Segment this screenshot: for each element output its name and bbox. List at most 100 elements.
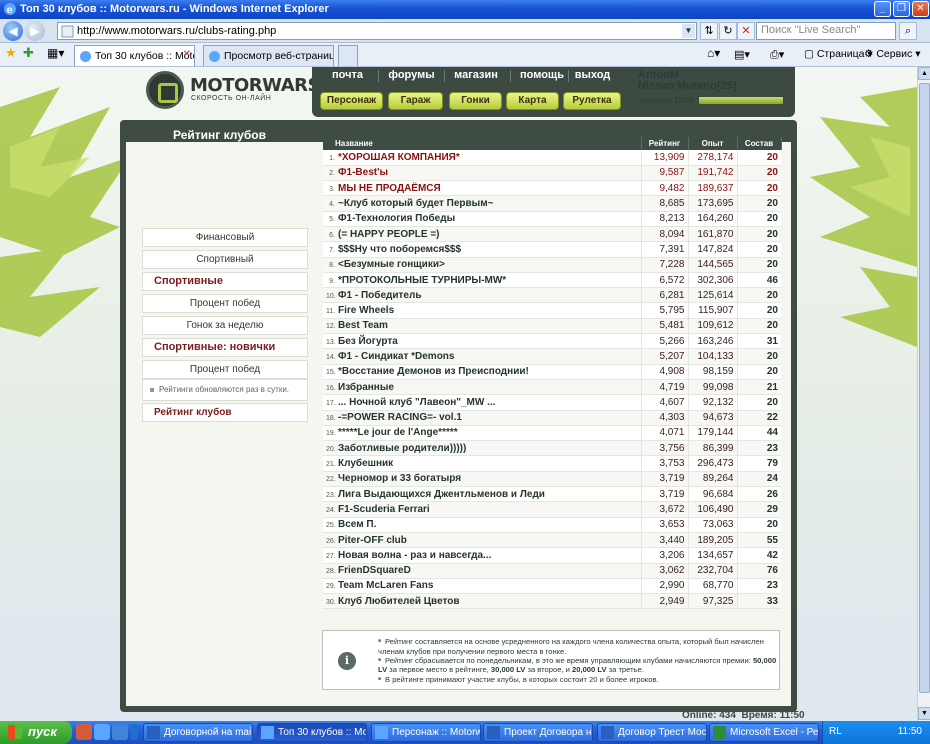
quicklaunch-more-icon[interactable] xyxy=(130,724,138,740)
tools-menu[interactable]: ⚙ Сервис ▾ xyxy=(864,48,921,60)
feeds-icon[interactable]: ▤▾ xyxy=(734,48,750,61)
experience-cell: 106,490 xyxy=(687,501,737,518)
btn-character[interactable]: Персонаж xyxy=(320,92,383,110)
club-name-link[interactable]: Черномор и 33 богатыря xyxy=(338,473,461,484)
taskbar-window-button[interactable]: Проект Договора на... xyxy=(483,723,593,742)
table-row: 6. (= HAPPY PEOPLE =) 8,094 161,870 20 xyxy=(323,226,781,243)
prize-second: 30,000 LV xyxy=(490,665,526,675)
club-name-link[interactable]: F1-Scuderia Ferrari xyxy=(338,504,430,515)
club-name-link[interactable]: *Восстание Демонов из Преисподнии! xyxy=(338,366,529,377)
club-name-link[interactable]: <Безумные гонщики> xyxy=(338,259,445,270)
nav-logout[interactable]: выход xyxy=(570,69,615,83)
club-name-link[interactable]: *ХОРОШАЯ КОМПАНИЯ* xyxy=(338,152,460,163)
taskbar-window-button[interactable]: Договор Трест Мос... xyxy=(597,723,707,742)
club-name-link[interactable]: Всем П. xyxy=(338,519,376,530)
address-dropdown-icon[interactable]: ▼ xyxy=(682,24,695,38)
compat-icon[interactable]: ⇅ xyxy=(700,22,718,40)
taskbar-window-button[interactable]: Microsoft Excel - Рее... xyxy=(709,723,819,742)
club-name-link[interactable]: Ф1-Технология Победы xyxy=(338,213,455,224)
club-name-link[interactable]: Без Йогурта xyxy=(338,336,398,347)
club-name-link[interactable]: ~Клуб который будет Первым~ xyxy=(338,198,493,209)
btn-roulette[interactable]: Рулетка xyxy=(563,92,621,110)
nav-divider xyxy=(378,70,379,82)
club-name-link[interactable]: *ПРОТОКОЛЬНЫЕ ТУРНИРЫ-MW* xyxy=(338,275,506,286)
scroll-up-icon[interactable]: ▲ xyxy=(918,67,930,80)
club-name-link[interactable]: Клуб Любителей Цветов xyxy=(338,596,460,607)
club-name-link[interactable]: Fire Wheels xyxy=(338,305,394,316)
maximize-button[interactable]: ❐ xyxy=(893,1,910,17)
info-line: В рейтинге принимают участие клубы, в ко… xyxy=(378,675,778,685)
start-button[interactable]: пуск xyxy=(0,721,72,744)
taskbar-window-button[interactable]: Договорной на mai... xyxy=(143,723,253,742)
add-favorite-icon[interactable]: ✚ xyxy=(23,45,34,61)
tab-motorwars[interactable]: Топ 30 клубов :: Motorw... ✕ xyxy=(74,45,195,66)
club-name-link[interactable]: Ф1 - Синдикат *Demons xyxy=(338,351,454,362)
address-input[interactable]: http://www.motorwars.ru/clubs-rating.php… xyxy=(57,22,697,40)
left-menu-item[interactable]: Рейтинг клубов xyxy=(142,403,308,422)
info-icon: i xyxy=(338,652,356,670)
scroll-thumb[interactable] xyxy=(919,83,930,693)
table-row: 12. Best Team 5,481 109,612 20 xyxy=(323,318,781,335)
user-car[interactable]: Nissan Murano[25] xyxy=(638,80,736,92)
btn-map[interactable]: Карта xyxy=(506,92,559,110)
scroll-down-icon[interactable]: ▼ xyxy=(918,707,930,720)
club-name-link[interactable]: Piter-OFF club xyxy=(338,535,407,546)
club-name-link[interactable]: -=POWER RACING=- vol.1 xyxy=(338,412,462,423)
club-name-link[interactable]: (= HAPPY PEOPLE =) xyxy=(338,229,440,240)
club-name-link[interactable]: Ф1-Best'ы xyxy=(338,167,388,178)
left-menu-item[interactable]: Спортивный xyxy=(142,250,308,269)
window-title-bar[interactable]: e Топ 30 клубов :: Motorwars.ru - Window… xyxy=(0,0,930,19)
club-name-link[interactable]: $$$Ну что поборемся$$$ xyxy=(338,244,461,255)
left-menu-item[interactable]: Гонок за неделю xyxy=(142,316,308,335)
page-menu[interactable]: ▢ Страница ▾ xyxy=(804,48,873,60)
stop-icon[interactable]: ✕ xyxy=(737,22,755,40)
club-name-link[interactable]: Лига Выдающихся Джентльменов и Леди xyxy=(338,489,545,500)
nav-forums[interactable]: форумы xyxy=(384,69,439,83)
nav-shop[interactable]: магазин xyxy=(447,69,505,83)
print-icon[interactable]: ⎙▾ xyxy=(770,48,784,62)
btn-races[interactable]: Гонки xyxy=(449,92,502,110)
tab-browsing-help[interactable]: Просмотр веб-страниц с ис... xyxy=(203,45,334,66)
close-window-button[interactable]: ✕ xyxy=(912,1,929,17)
taskbar-window-button[interactable]: Персонаж :: Motorw... xyxy=(371,723,481,742)
club-name-link[interactable]: FrienDSquareD xyxy=(338,565,411,576)
club-name-link[interactable]: Заботливые родители))))) xyxy=(338,443,466,454)
left-menu-item[interactable]: Процент побед xyxy=(142,360,308,379)
favorites-star-icon[interactable]: ★ xyxy=(5,45,17,61)
quicklaunch-ie-icon[interactable] xyxy=(94,724,110,740)
new-tab-button[interactable] xyxy=(338,45,358,66)
club-name-link[interactable]: *****Le jour de l'Ange***** xyxy=(338,427,458,438)
club-name-link[interactable]: Best Team xyxy=(338,320,388,331)
minimize-button[interactable]: _ xyxy=(874,1,891,17)
left-menu-item[interactable]: Финансовый xyxy=(142,228,308,247)
nav-mail[interactable]: почта xyxy=(325,69,370,83)
rank-number: 30. xyxy=(326,598,336,606)
taskbar-window-button[interactable]: Топ 30 клубов :: Мо... xyxy=(257,723,367,742)
nav-help[interactable]: помощь xyxy=(512,69,572,83)
vertical-scrollbar[interactable]: ▲ ▼ xyxy=(917,67,930,721)
search-icon[interactable]: ⌕ xyxy=(899,22,917,40)
forward-button[interactable]: ▶ xyxy=(25,21,45,41)
members-cell: 33 xyxy=(736,593,781,610)
members-cell: 46 xyxy=(736,272,781,289)
language-indicator[interactable]: RL xyxy=(829,726,842,737)
refresh-icon[interactable]: ↻ xyxy=(719,22,737,40)
club-name-link[interactable]: Клубешник xyxy=(338,458,393,469)
left-menu-item[interactable]: Процент побед xyxy=(142,294,308,313)
club-name-link[interactable]: Избранные xyxy=(338,382,394,393)
club-name-link[interactable]: МЫ НЕ ПРОДАЁМСЯ xyxy=(338,183,441,194)
quicklaunch-opera-icon[interactable] xyxy=(76,724,92,740)
club-name-link[interactable]: Ф1 - Победитель xyxy=(338,290,421,301)
quick-tabs-icon[interactable]: ▦▾ xyxy=(47,46,64,60)
btn-garage[interactable]: Гараж xyxy=(388,92,443,110)
site-logo[interactable]: MOTORWARS.RU СКОРОСТЬ ОН-ЛАЙН xyxy=(140,67,354,119)
quicklaunch-desktop-icon[interactable] xyxy=(112,724,128,740)
close-tab-icon[interactable]: ✕ xyxy=(183,49,191,60)
club-name-link[interactable]: Team McLaren Fans xyxy=(338,580,433,591)
home-icon[interactable]: ⌂▾ xyxy=(707,46,720,60)
rating-cell: 3,756 xyxy=(640,440,688,457)
club-name-link[interactable]: ... Ночной клуб "Лавеон"_MW ... xyxy=(338,397,495,408)
back-button[interactable]: ◀ xyxy=(3,21,23,41)
club-name-link[interactable]: Новая волна - раз и навсегда... xyxy=(338,550,491,561)
live-search-input[interactable]: Поиск "Live Search" xyxy=(756,22,896,40)
